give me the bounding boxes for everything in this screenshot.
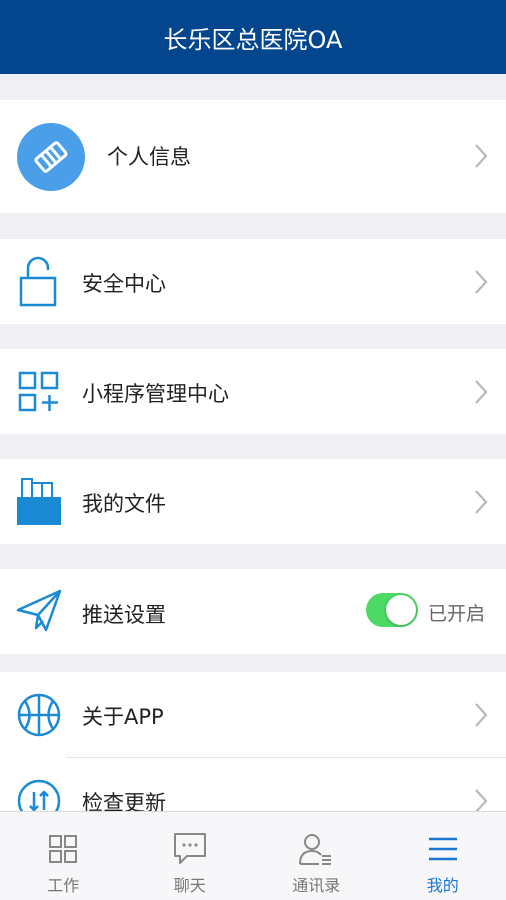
about-card: 关于APP 检查更新: [0, 672, 506, 811]
grid-icon: [48, 830, 78, 868]
security-label: 安全中心: [82, 272, 166, 296]
tab-chat[interactable]: 聊天: [127, 812, 254, 900]
security-card: 安全中心: [0, 239, 506, 324]
chevron-right-icon: [475, 703, 488, 727]
chevron-right-icon: [475, 144, 488, 168]
menu-lines-icon: [428, 830, 458, 868]
tab-label: 我的: [426, 876, 459, 895]
toggle-knob: [386, 595, 416, 625]
miniprogram-card: 小程序管理中心: [0, 349, 506, 434]
files-card: 我的文件: [0, 459, 506, 544]
update-arrows-icon: [16, 778, 62, 811]
security-row[interactable]: 安全中心: [0, 239, 506, 324]
update-label: 检查更新: [82, 791, 166, 811]
miniprogram-row[interactable]: 小程序管理中心: [0, 349, 506, 434]
push-toggle[interactable]: [366, 593, 418, 627]
push-row: 推送设置 已开启: [0, 569, 506, 654]
tab-mine[interactable]: 我的: [380, 812, 506, 900]
app-header: 长乐区总医院OA: [0, 0, 506, 74]
handshake-icon: [17, 123, 85, 191]
page-title: 长乐区总医院OA: [163, 25, 343, 54]
tab-label: 聊天: [173, 876, 206, 895]
chevron-right-icon: [475, 789, 488, 811]
files-label: 我的文件: [82, 492, 166, 516]
chat-bubble-icon: [173, 830, 207, 868]
update-row[interactable]: 检查更新: [0, 758, 506, 811]
files-row[interactable]: 我的文件: [0, 459, 506, 544]
chevron-right-icon: [475, 490, 488, 514]
contacts-icon: [298, 830, 334, 868]
profile-card: 个人信息: [0, 100, 506, 213]
tab-label: 通讯录: [292, 876, 341, 895]
lock-icon: [18, 256, 58, 308]
chevron-right-icon: [475, 270, 488, 294]
tab-work[interactable]: 工作: [0, 812, 127, 900]
tab-contacts[interactable]: 通讯录: [253, 812, 380, 900]
miniprogram-label: 小程序管理中心: [82, 382, 229, 406]
settings-list: 个人信息 安全中心 小程序管理中心 我的文件 推送设置 已开启 关于APP 检查…: [0, 74, 506, 811]
bottom-tabbar: 工作 聊天 通讯录 我的: [0, 811, 506, 900]
push-label: 推送设置: [82, 603, 166, 627]
about-row[interactable]: 关于APP: [0, 672, 506, 757]
tab-label: 工作: [47, 876, 80, 895]
folder-icon: [16, 477, 62, 527]
grid-plus-icon: [18, 371, 60, 413]
push-status: 已开启: [428, 603, 486, 625]
about-label: 关于APP: [82, 705, 164, 729]
paper-plane-icon: [16, 588, 62, 634]
profile-row[interactable]: 个人信息: [0, 100, 506, 213]
chevron-right-icon: [475, 380, 488, 404]
push-card: 推送设置 已开启: [0, 569, 506, 654]
basketball-icon: [16, 692, 62, 738]
profile-label: 个人信息: [107, 145, 191, 169]
